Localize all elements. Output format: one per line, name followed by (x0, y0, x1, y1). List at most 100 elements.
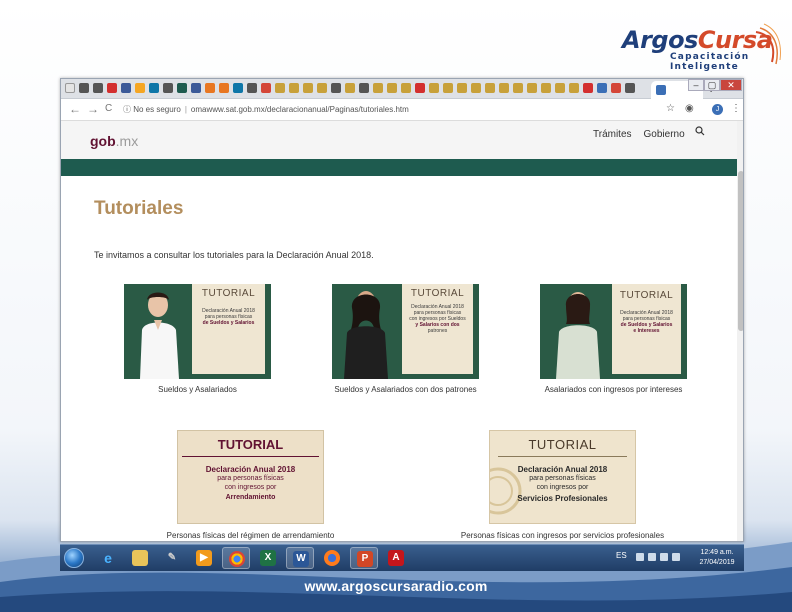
footer-website-url: www.argoscursaradio.com (304, 578, 488, 594)
tab-favicon-icon[interactable] (359, 83, 369, 93)
back-button[interactable]: ← (69, 102, 81, 116)
tutorial-caption[interactable]: Sueldos y Asalariados con dos patrones (322, 385, 489, 394)
language-indicator[interactable]: ES (616, 551, 627, 560)
tutorial-thumbnail[interactable]: TUTORIAL Declaración Anual 2018 para per… (332, 284, 479, 379)
tutorial-thumbnail[interactable]: TUTORIAL Declaración Anual 2018 para per… (124, 284, 271, 379)
chrome-browser-window: × + ← → C ⓘ No es seguro|omawww.sat.gob.… (60, 78, 744, 542)
tab-favicon-icon[interactable] (205, 83, 215, 93)
tab-favicon-icon[interactable] (289, 83, 299, 93)
tab-favicon-icon[interactable] (443, 83, 453, 93)
tab-favicon-icon[interactable] (527, 83, 537, 93)
tab-favicon-icon[interactable] (513, 83, 523, 93)
system-clock[interactable]: 12:49 a.m. 27/04/2019 (693, 548, 741, 568)
tab-favicon-icon[interactable] (471, 83, 481, 93)
tab-favicon-icon[interactable] (121, 83, 131, 93)
tab-favicon-icon[interactable] (261, 83, 271, 93)
tab-favicon-icon[interactable] (303, 83, 313, 93)
tab-favicon-icon[interactable] (135, 83, 145, 93)
scrollbar-thumb[interactable] (738, 171, 743, 331)
taskbar-media[interactable]: ✎ (158, 547, 186, 569)
tutorial-panel-line: e Intereses (633, 328, 660, 334)
play-icon: ▶ (196, 550, 212, 566)
tab-favicon-icon[interactable] (555, 83, 565, 93)
tutorial-caption[interactable]: Personas físicas con ingresos por servic… (452, 531, 673, 540)
tab-favicon-icon[interactable] (485, 83, 495, 93)
tab-favicon-icon[interactable] (65, 83, 75, 93)
forward-button[interactable]: → (87, 102, 99, 116)
nav-gobierno[interactable]: Gobierno (644, 129, 685, 140)
gob-mx-logo[interactable]: gob.mx (90, 133, 138, 149)
minimize-button[interactable]: – (688, 79, 704, 91)
tab-favicon-icon[interactable] (345, 83, 355, 93)
tab-favicon-icon[interactable] (387, 83, 397, 93)
tutorial-card[interactable]: TUTORIAL Declaración Anual 2018 para per… (461, 430, 664, 540)
tab-favicon-icon[interactable] (541, 83, 551, 93)
tab-favicon-icon[interactable] (331, 83, 341, 93)
tab-favicon-icon[interactable] (401, 83, 411, 93)
tray-volume-icon[interactable] (672, 553, 680, 561)
tab-favicon-icon[interactable] (597, 83, 607, 93)
tab-favicon-icon[interactable] (275, 83, 285, 93)
tab-strip: × + (61, 79, 743, 99)
tutorial-card[interactable]: TUTORIAL Declaración Anual 2018 para per… (540, 284, 687, 394)
profile-avatar[interactable]: J (712, 104, 723, 115)
tray-flag-icon[interactable] (648, 553, 656, 561)
not-secure-icon[interactable]: ⓘ (123, 105, 131, 114)
tab-favicon-icon[interactable] (219, 83, 229, 93)
tutorial-thumb-line: para personas físicas (217, 475, 284, 482)
taskbar-media-player[interactable]: ▶ (190, 547, 218, 569)
tab-favicon-icon[interactable] (149, 83, 159, 93)
tab-favicon-icon[interactable] (415, 83, 425, 93)
close-window-button[interactable]: ✕ (720, 79, 742, 91)
tutorial-caption[interactable]: Sueldos y Asalariados (124, 385, 271, 394)
tab-favicon-icon[interactable] (317, 83, 327, 93)
nav-tramites[interactable]: Trámites (593, 129, 632, 140)
tab-favicon-icon[interactable] (499, 83, 509, 93)
start-button[interactable] (64, 548, 84, 568)
tab-favicon-icon[interactable] (233, 83, 243, 93)
taskbar-powerpoint[interactable]: P (350, 547, 378, 569)
taskbar-chrome[interactable] (222, 547, 250, 569)
tab-favicon-icon[interactable] (177, 83, 187, 93)
page-scrollbar[interactable] (737, 121, 743, 541)
reload-button[interactable]: C (105, 103, 112, 114)
tutorial-thumb-line: Servicios Profesionales (517, 494, 608, 503)
extension-icon[interactable]: ◉ (685, 103, 694, 114)
tutorial-caption[interactable]: Asalariados con ingresos por intereses (535, 385, 692, 394)
tutorial-card[interactable]: TUTORIAL Declaración Anual 2018 para per… (124, 284, 271, 394)
tray-arrow-icon[interactable] (636, 553, 644, 561)
search-icon[interactable] (695, 126, 705, 136)
tab-favicon-icon[interactable] (583, 83, 593, 93)
tab-favicon-icon[interactable] (569, 83, 579, 93)
tutorial-thumbnail[interactable]: TUTORIAL Declaración Anual 2018 para per… (540, 284, 687, 379)
tutorial-card[interactable]: TUTORIAL Declaración Anual 2018 para per… (332, 284, 479, 394)
tutorial-thumbnail[interactable]: TUTORIAL Declaración Anual 2018 para per… (489, 430, 636, 524)
tray-network-icon[interactable] (660, 553, 668, 561)
logo-name-part1: Argos (622, 26, 698, 54)
maximize-button[interactable]: ▢ (704, 79, 720, 91)
taskbar-firefox[interactable] (318, 547, 346, 569)
tab-favicon-icon[interactable] (625, 83, 635, 93)
bookmark-star-icon[interactable]: ☆ (666, 103, 675, 114)
tutorial-card[interactable]: TUTORIAL Declaración Anual 2018 para per… (167, 430, 334, 540)
tutorial-thumb-line: Declaración Anual 2018 (517, 465, 608, 474)
tab-favicon-icon[interactable] (457, 83, 467, 93)
taskbar-acrobat[interactable]: A (382, 547, 410, 569)
tab-favicon-icon[interactable] (79, 83, 89, 93)
tutorial-thumbnail[interactable]: TUTORIAL Declaración Anual 2018 para per… (177, 430, 324, 524)
taskbar-explorer[interactable] (126, 547, 154, 569)
taskbar-excel[interactable]: X (254, 547, 282, 569)
tab-favicon-icon[interactable] (191, 83, 201, 93)
tab-favicon-icon[interactable] (247, 83, 257, 93)
tab-favicon-icon[interactable] (373, 83, 383, 93)
tab-favicon-icon[interactable] (163, 83, 173, 93)
tutorial-caption[interactable]: Personas físicas del régimen de arrendam… (152, 531, 349, 540)
address-bar[interactable]: ⓘ No es seguro | omawww.sat.gob.mx/declara… (123, 102, 663, 118)
taskbar-ie[interactable]: e (94, 547, 122, 569)
tab-favicon-icon[interactable] (107, 83, 117, 93)
taskbar-word[interactable]: W (286, 547, 314, 569)
tab-favicon-icon[interactable] (429, 83, 439, 93)
tab-favicon-icon[interactable] (611, 83, 621, 93)
chrome-menu-button[interactable]: ⋮ (731, 103, 741, 114)
tab-favicon-icon[interactable] (93, 83, 103, 93)
